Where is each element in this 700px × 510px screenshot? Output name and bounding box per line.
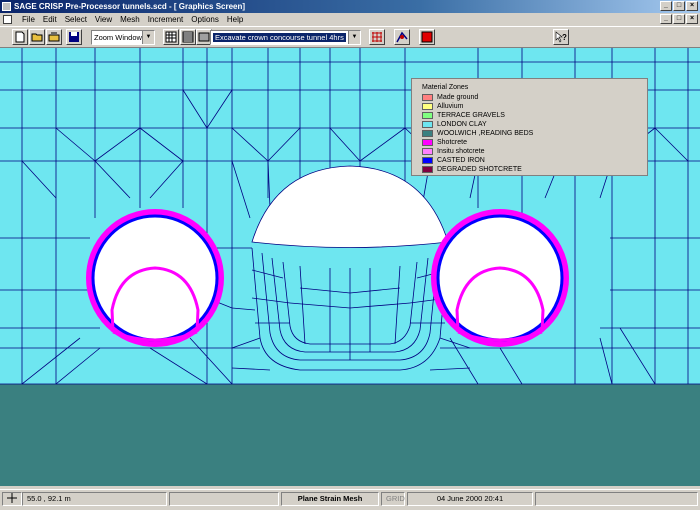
stop-button[interactable] <box>419 29 435 45</box>
mdi-close-button[interactable]: × <box>686 14 698 24</box>
legend-item-degraded-shotcrete: DEGRADED SHOTCRETE <box>422 165 522 174</box>
stage-value: Excavate crown concourse tunnel 4hrs <box>213 33 346 42</box>
toolbar: Zoom Window ▼ Excavate crown concourse t… <box>0 26 700 48</box>
coords-readout: 55.0 , 92.1 m <box>22 492 167 506</box>
status-tail-panel <box>535 492 698 506</box>
legend-label: Shotcrete <box>437 139 467 146</box>
right-tunnel <box>431 209 569 347</box>
left-tunnel <box>86 209 224 347</box>
status-empty-panel <box>169 492 279 506</box>
table-icon <box>182 31 194 43</box>
mesh-button[interactable] <box>369 29 385 45</box>
new-file-button[interactable] <box>12 29 28 45</box>
stage-select[interactable]: Excavate crown concourse tunnel 4hrs ▼ <box>210 30 361 45</box>
mdi-restore-button[interactable]: □ <box>673 14 685 24</box>
title-bar: SAGE CRISP Pre-Processor tunnels.scd - [… <box>0 0 700 13</box>
material-zones-legend: Material Zones Made ground Alluvium TERR… <box>411 78 648 176</box>
stop-icon <box>421 31 433 43</box>
legend-label: TERRACE GRAVELS <box>437 112 505 119</box>
mesh-icon <box>372 32 382 42</box>
legend-label: WOOLWICH ,READING BEDS <box>437 130 534 137</box>
legend-label: LONDON CLAY <box>437 121 487 128</box>
document-icon[interactable] <box>3 15 12 24</box>
maximize-button[interactable]: □ <box>673 1 685 11</box>
woolwich-layer <box>0 384 700 486</box>
legend-item-insitu-shotcrete: Insitu shotcrete <box>422 147 484 156</box>
new-file-icon <box>15 31 25 43</box>
menu-mesh[interactable]: Mesh <box>116 13 144 26</box>
grid-button[interactable] <box>163 29 179 45</box>
swatch <box>422 165 433 173</box>
pattern-icon <box>198 32 210 42</box>
graph-button[interactable] <box>394 29 410 45</box>
open-file-icon <box>48 32 60 42</box>
swatch <box>422 102 433 110</box>
legend-label: Made ground <box>437 94 479 101</box>
help-pointer-icon: ? <box>555 31 567 43</box>
menu-options[interactable]: Options <box>187 13 223 26</box>
legend-item-terrace-gravels: TERRACE GRAVELS <box>422 111 505 120</box>
app-icon[interactable] <box>2 2 11 11</box>
svg-text:?: ? <box>562 33 567 42</box>
legend-item-casted-iron: CASTED IRON <box>422 156 485 165</box>
legend-item-london-clay: LONDON CLAY <box>422 120 487 129</box>
zoom-select[interactable]: Zoom Window ▼ <box>91 30 155 45</box>
crown-excavation <box>251 165 449 248</box>
save-button[interactable] <box>66 29 82 45</box>
open-file-button[interactable] <box>46 29 62 45</box>
legend-title: Material Zones <box>422 84 469 91</box>
legend-label: Alluvium <box>437 103 464 110</box>
swatch <box>422 120 433 128</box>
legend-item-alluvium: Alluvium <box>422 102 463 111</box>
open-folder-icon <box>31 33 43 42</box>
legend-item-made-ground: Made ground <box>422 93 478 102</box>
legend-item-shotcrete: Shotcrete <box>422 138 467 147</box>
swatch <box>422 129 433 137</box>
zoom-value: Zoom Window <box>94 33 142 42</box>
swatch <box>422 147 433 155</box>
swatch <box>422 138 433 146</box>
chevron-down-icon[interactable]: ▼ <box>142 31 154 44</box>
chevron-down-icon[interactable]: ▼ <box>348 31 360 44</box>
window-title: SAGE CRISP Pre-Processor tunnels.scd - [… <box>14 2 246 11</box>
legend-label: Insitu shotcrete <box>437 148 485 155</box>
grid-icon <box>165 31 177 43</box>
menu-help[interactable]: Help <box>223 13 247 26</box>
context-help-button[interactable]: ? <box>553 29 569 45</box>
menu-bar: File Edit Select View Mesh Increment Opt… <box>0 13 700 26</box>
cursor-position-icon <box>7 493 17 503</box>
menu-file[interactable]: File <box>18 13 39 26</box>
mdi-minimize-button[interactable]: _ <box>660 14 672 24</box>
status-bar: 55.0 , 92.1 m Plane Strain Mesh GRID 04 … <box>0 489 700 510</box>
legend-label: CASTED IRON <box>437 157 485 164</box>
status-icon-panel <box>2 492 22 506</box>
datetime: 04 June 2000 20:41 <box>407 492 533 506</box>
menu-increment[interactable]: Increment <box>144 13 188 26</box>
save-icon <box>69 32 79 42</box>
minimize-button[interactable]: _ <box>660 1 672 11</box>
open-folder-button[interactable] <box>29 29 45 45</box>
swatch <box>422 111 433 119</box>
legend-item-woolwich: WOOLWICH ,READING BEDS <box>422 129 533 138</box>
swatch <box>422 93 433 101</box>
menu-edit[interactable]: Edit <box>39 13 61 26</box>
close-button[interactable]: × <box>686 1 698 11</box>
grid-indicator[interactable]: GRID <box>381 492 405 506</box>
graph-icon <box>396 31 408 43</box>
legend-label: DEGRADED SHOTCRETE <box>437 166 522 173</box>
menu-view[interactable]: View <box>91 13 116 26</box>
mesh-mode: Plane Strain Mesh <box>281 492 379 506</box>
swatch <box>422 156 433 164</box>
table-button[interactable] <box>180 29 196 45</box>
menu-select[interactable]: Select <box>61 13 91 26</box>
